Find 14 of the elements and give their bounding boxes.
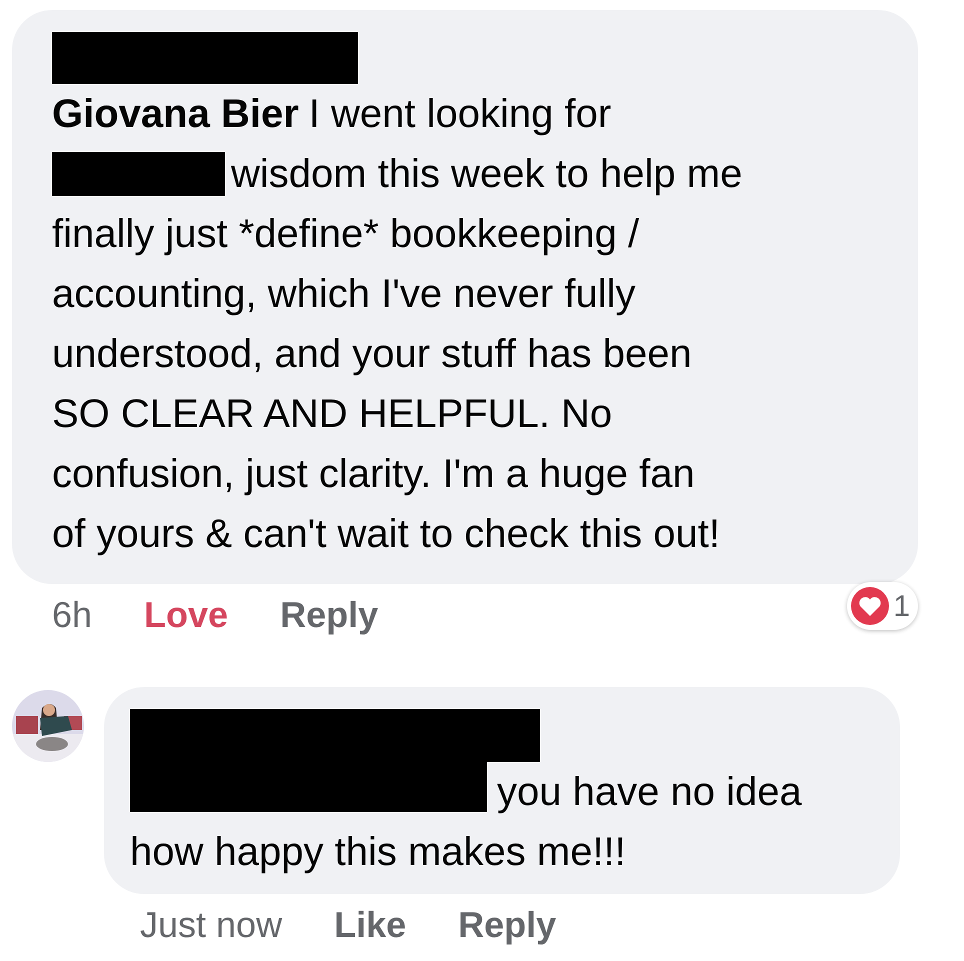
comment-text: you have no idea <box>497 769 802 816</box>
comment-action[interactable]: Reply <box>458 900 556 950</box>
reaction-count: 1 <box>893 588 910 624</box>
comment-author[interactable]: Giovana Bier <box>52 84 299 144</box>
comment-time: 6h <box>52 593 92 637</box>
comment-action[interactable]: Love <box>144 590 228 640</box>
comment-text: how happy this makes me!!! <box>130 829 627 876</box>
comment-time: Just now <box>140 903 282 947</box>
comment-text: finally just *define* bookkeeping / accounting, which I've never fully understood, and your stuff has been SO CLEAR AND HELPFUL. No confusion, just clarity. I'm a huge fan of yours & can't wait to check this out! <box>52 211 721 558</box>
comment-text: wisdom this week to help me <box>231 151 742 198</box>
reaction-badge[interactable]: 1 <box>847 582 918 630</box>
comment-action[interactable]: Like <box>334 900 406 950</box>
comment-action[interactable]: Reply <box>280 590 378 640</box>
comment-text: I went looking for <box>308 91 612 138</box>
